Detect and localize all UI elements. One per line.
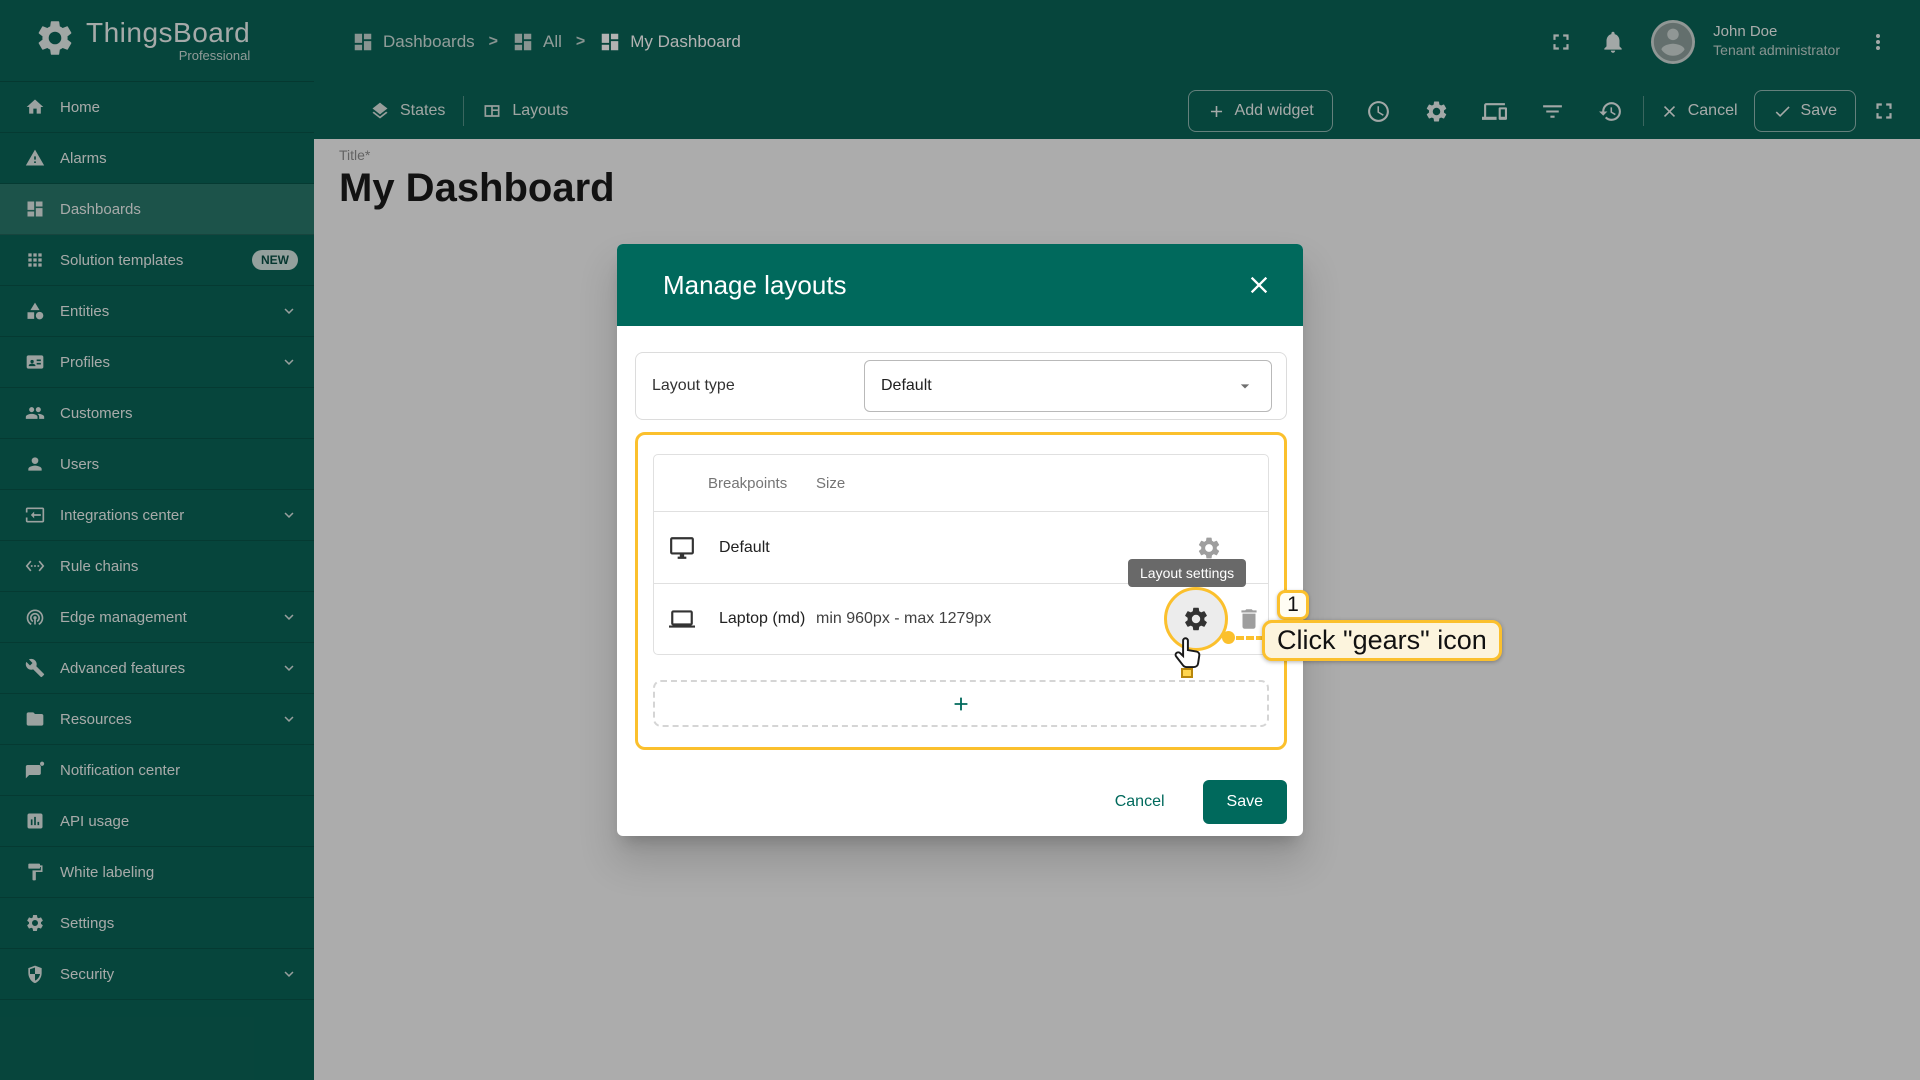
layout-type-label: Layout type [652,377,864,395]
laptop-icon [669,606,695,632]
dialog-cancel-button[interactable]: Cancel [1115,793,1165,811]
breakpoints-column-header: Breakpoints [708,475,816,492]
dialog-save-button[interactable]: Save [1203,780,1287,824]
dialog-footer: Cancel Save [1115,780,1287,824]
annotation-label: Click "gears" icon [1262,620,1502,661]
monitor-icon [669,535,695,561]
breakpoints-table: Breakpoints Size Default Laptop (md) min… [653,454,1269,655]
breakpoint-name: Default [719,539,816,557]
annotation-connector-dot [1222,631,1235,644]
dropdown-arrow-icon [1235,376,1255,396]
delete-breakpoint-icon[interactable] [1236,606,1262,632]
breakpoint-size: min 960px - max 1279px [816,610,1164,628]
annotation-step-badge: 1 [1277,590,1309,620]
add-breakpoint-button[interactable] [653,680,1269,727]
layout-settings-tooltip: Layout settings [1128,559,1246,587]
dialog-header: Manage layouts [617,244,1303,326]
highlighted-breakpoints-area: Breakpoints Size Default Laptop (md) min… [635,432,1287,750]
plus-icon [950,693,972,715]
layout-type-select[interactable]: Default [864,360,1272,412]
dialog-title: Manage layouts [663,270,847,301]
dialog-close-icon[interactable] [1245,271,1273,299]
breakpoint-name: Laptop (md) [719,610,816,628]
layout-type-value: Default [881,377,1235,395]
layout-type-box: Layout type Default [635,352,1287,420]
annotation-connector-line [1236,636,1264,640]
table-header: Breakpoints Size [654,455,1268,512]
size-column-header: Size [816,475,845,492]
app-root: ThingsBoard Professional HomeAlarmsDashb… [0,0,1920,1080]
layout-settings-gear-icon[interactable] [1196,535,1222,561]
manage-layouts-dialog: Manage layouts Layout type Default Break… [617,244,1303,836]
hand-cursor-icon [1172,636,1208,678]
gear-icon [1182,605,1210,633]
